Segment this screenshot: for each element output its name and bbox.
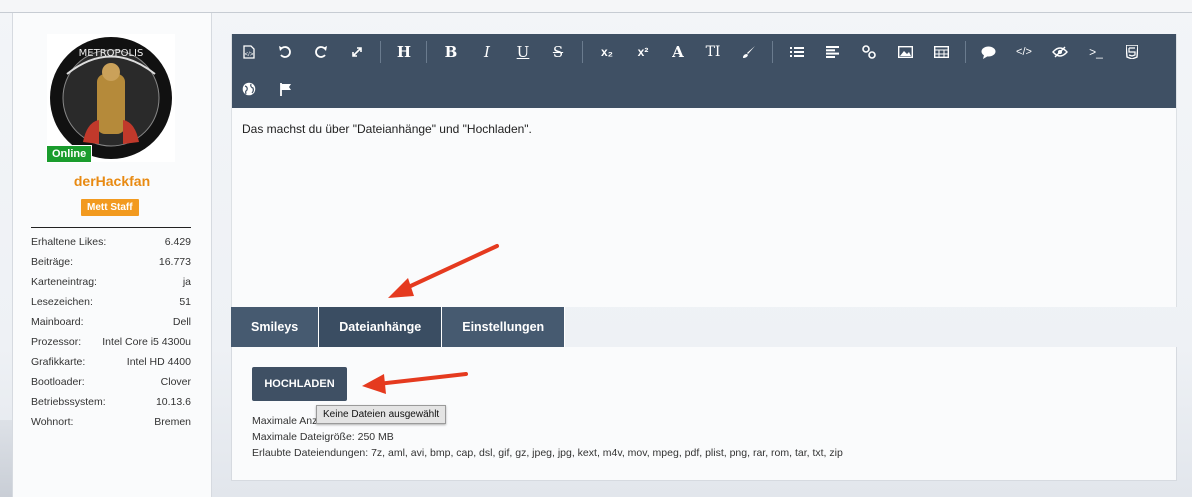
svg-text:</>: </> [245,52,254,58]
stat-label: Wohnort: [31,416,74,428]
stat-row: Lesezeichen: 51 [31,295,191,315]
list-icon[interactable] [786,41,808,63]
tab-smileys[interactable]: Smileys [231,307,320,347]
undo-icon[interactable] [274,41,296,63]
avatar[interactable]: METROPOLIS [47,34,175,162]
stat-value: Dell [172,316,191,328]
superscript-icon[interactable]: x² [632,41,654,63]
user-sidebar: METROPOLIS Online derHackfan Mett Staff … [12,13,212,497]
stat-label: Bootloader: [31,376,85,388]
font-size-icon[interactable]: A [667,41,689,63]
stat-value: Intel Core i5 4300u [102,336,191,348]
fullscreen-icon[interactable] [346,41,368,63]
stat-row: Karteneintrag: ja [31,275,191,295]
max-size-text: Maximale Dateigröße: 250 MB [252,431,394,443]
strikethrough-icon[interactable]: S [547,41,569,63]
html5-icon[interactable] [1121,41,1143,63]
tab-settings[interactable]: Einstellungen [442,307,566,347]
stat-label: Grafikkarte: [31,356,86,368]
stat-row: Betriebssystem: 10.13.6 [31,395,191,415]
browser-top-edge [0,0,1192,13]
stat-row: Mainboard: Dell [31,315,191,335]
bold-icon[interactable]: B [440,41,462,63]
stat-row: Grafikkarte: Intel HD 4400 [31,355,191,375]
flag-icon[interactable] [274,78,296,100]
stat-row: Bootloader: Clover [31,375,191,395]
stat-value: Intel HD 4400 [126,356,191,368]
stat-label: Karteneintrag: [31,276,97,288]
divider [31,227,191,228]
stat-value: 10.13.6 [155,396,191,408]
stat-value: 51 [179,296,191,308]
globe-icon[interactable] [238,78,260,100]
page-background [0,420,12,497]
stat-label: Erhaltene Likes: [31,236,107,248]
online-badge: Online [46,145,93,163]
source-code-icon[interactable]: </> [238,41,260,63]
tab-attachments[interactable]: Dateianhänge [319,307,443,347]
stat-value: Bremen [154,416,191,428]
stat-value: 6.429 [164,236,191,248]
toolbar-separator [772,41,773,63]
editor-content[interactable]: Das machst du über "Dateianhänge" und "H… [242,122,532,136]
editor-toolbar: </> H B I U S x₂ x² A TI </> >_ [232,34,1176,108]
svg-text:METROPOLIS: METROPOLIS [79,48,144,59]
font-family-icon[interactable]: TI [702,41,724,63]
file-tooltip: Keine Dateien ausgewählt [316,405,447,424]
stat-label: Prozessor: [31,336,82,348]
rank-badge: Mett Staff [81,199,139,216]
align-left-icon[interactable] [822,41,844,63]
stat-row: Prozessor: Intel Core i5 4300u [31,335,191,355]
heading-icon[interactable]: H [393,41,415,63]
stat-row: Wohnort: Bremen [31,415,191,435]
toolbar-separator [965,41,966,63]
toolbar-separator [380,41,381,63]
quote-bubble-icon[interactable] [977,41,999,63]
toolbar-separator [582,41,583,63]
link-icon[interactable] [858,41,880,63]
code-terminal-icon[interactable]: >_ [1085,41,1107,63]
stat-value: 16.773 [158,256,191,268]
stat-row: Beiträge: 16.773 [31,255,191,275]
inline-code-icon[interactable]: </> [1013,41,1035,63]
editor: </> H B I U S x₂ x² A TI </> >_ Das mach… [231,34,1177,307]
stat-value: ja [182,276,191,288]
stat-value: Clover [160,376,191,388]
red-arrow-icon [362,372,468,394]
image-icon[interactable] [894,41,916,63]
underline-icon[interactable]: U [512,41,534,63]
editor-tabs: Smileys Dateianhänge Einstellungen [231,307,566,347]
subscript-icon[interactable]: x₂ [596,41,618,63]
red-arrow-icon [388,244,499,298]
upload-button[interactable]: HOCHLADEN [252,367,347,401]
max-count-text: Maximale Anz [252,415,318,427]
username-link[interactable]: derHackfan [13,173,211,189]
stat-row: Erhaltene Likes: 6.429 [31,235,191,255]
stat-label: Lesezeichen: [31,296,93,308]
paint-brush-icon[interactable] [738,41,760,63]
stat-label: Beiträge: [31,256,74,268]
spoiler-eye-icon[interactable] [1049,41,1071,63]
italic-icon[interactable]: I [476,41,498,63]
user-stats: Erhaltene Likes: 6.429 Beiträge: 16.773 Kart… [31,235,191,435]
redo-icon[interactable] [310,41,332,63]
stat-label: Mainboard: [31,316,84,328]
stat-label: Betriebssystem: [31,396,106,408]
allowed-extensions-text: Erlaubte Dateiendungen: 7z, aml, avi, bm… [252,447,843,459]
table-icon[interactable] [930,41,952,63]
toolbar-separator [426,41,427,63]
